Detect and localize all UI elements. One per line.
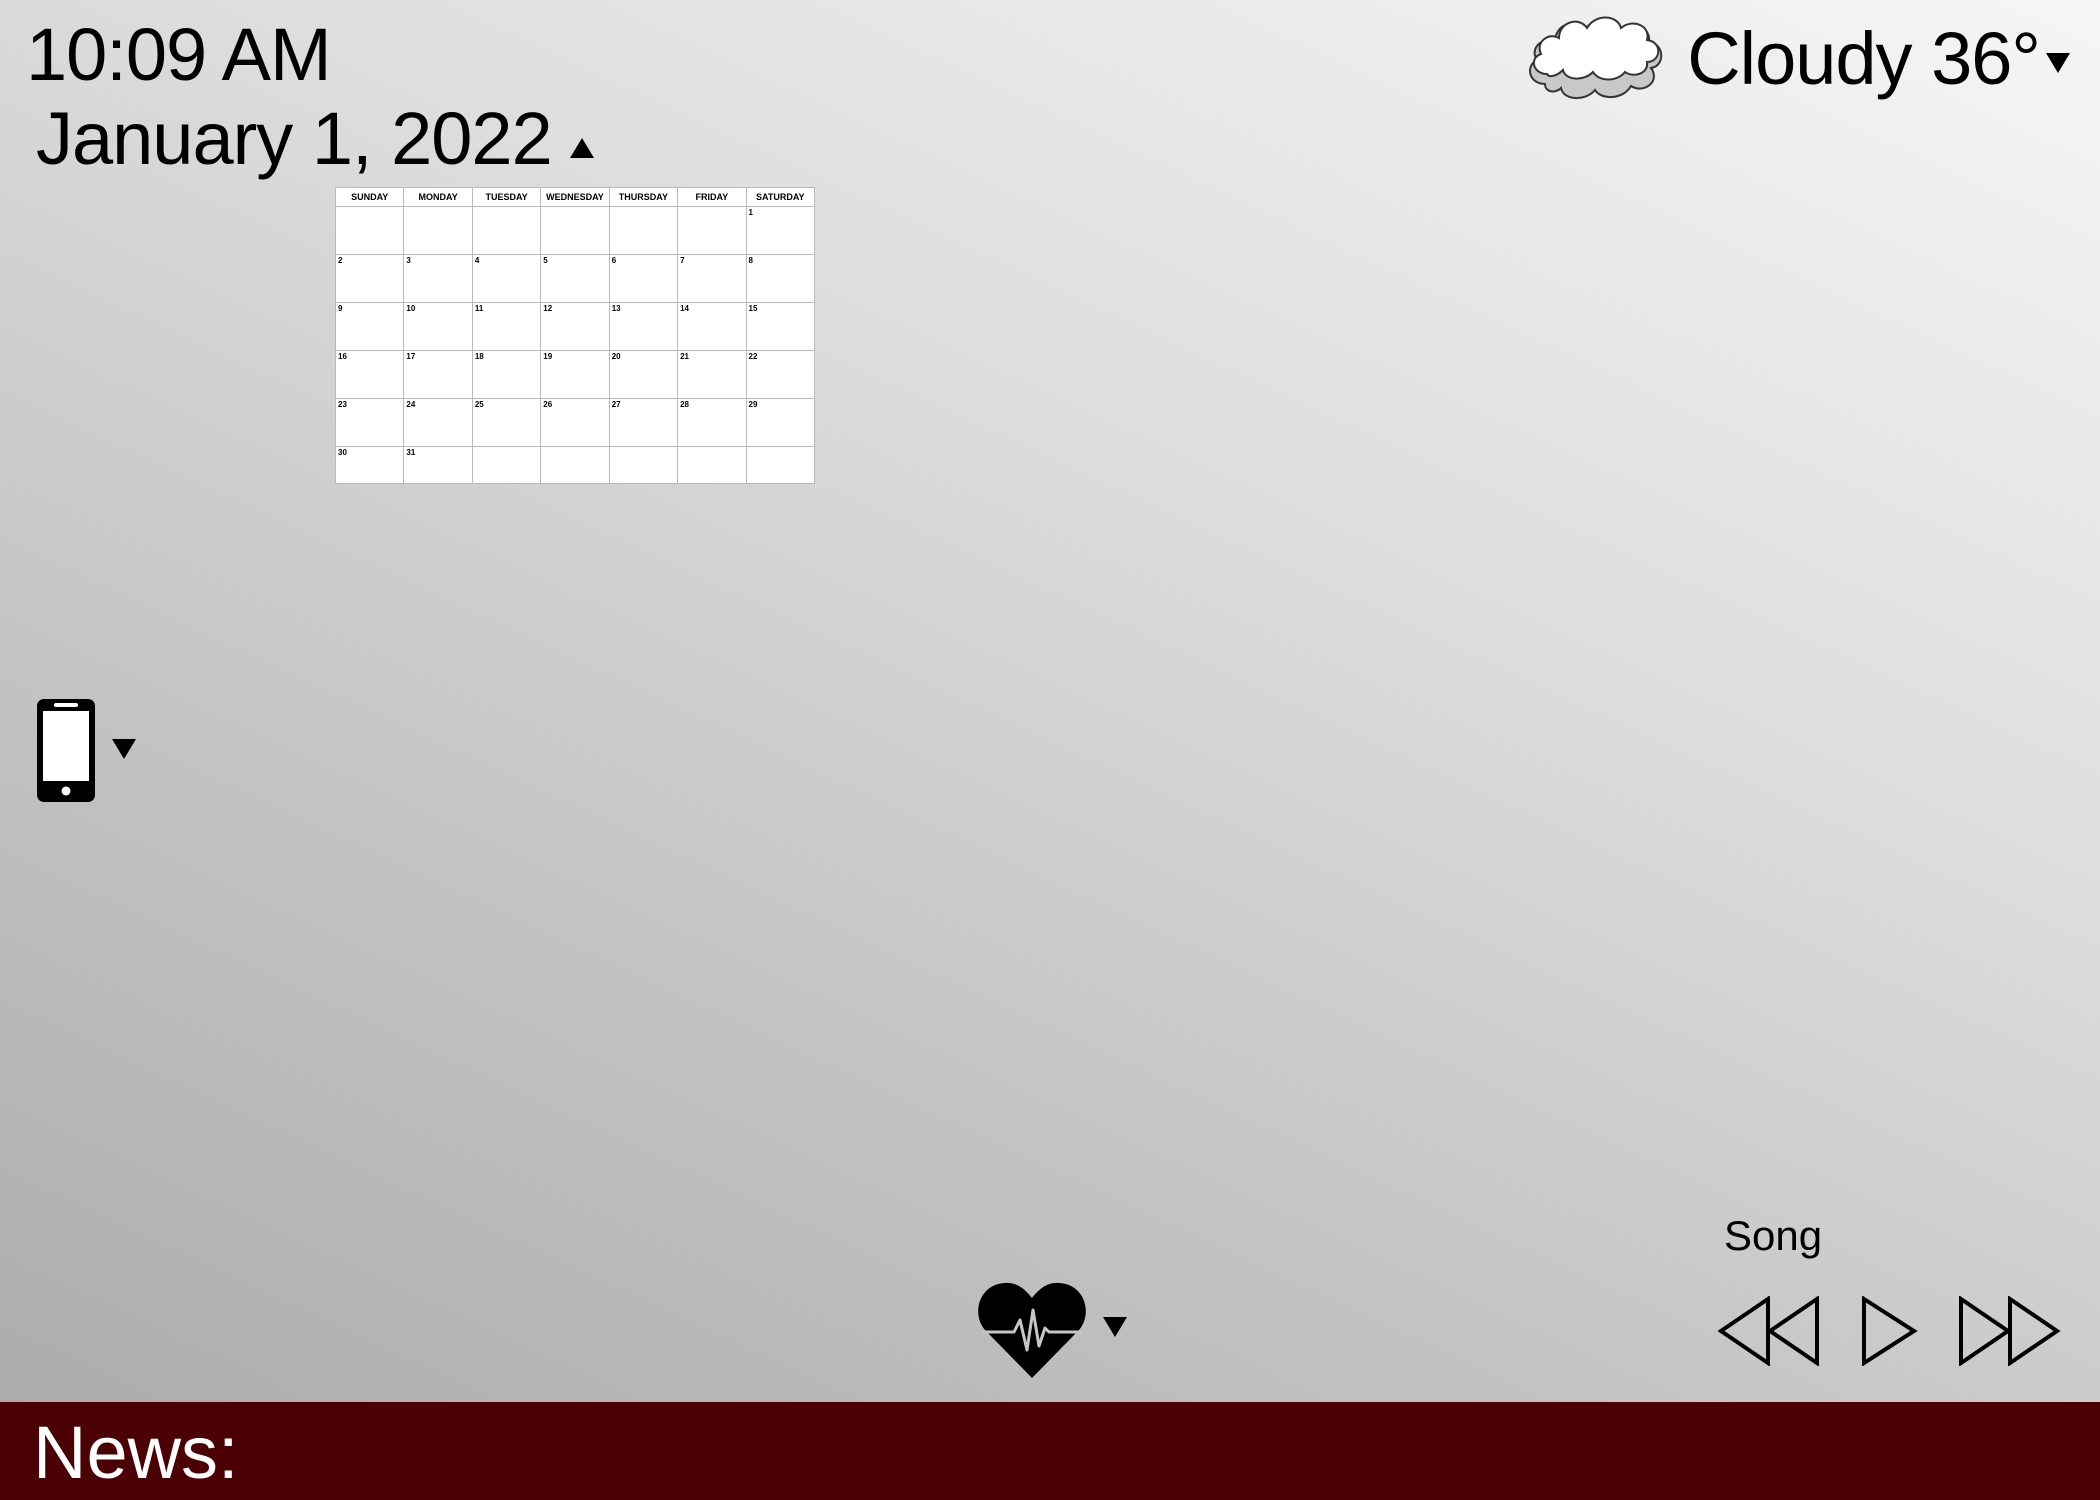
collapse-calendar-caret-icon[interactable] [569, 138, 594, 158]
calendar-week-row: 9 10 11 12 13 14 15 [334, 302, 816, 351]
calendar-week-row: 16 17 18 19 20 21 22 [334, 350, 816, 399]
date-widget: January 1, 2022 [36, 102, 594, 176]
calendar-day-cell[interactable]: 15 [745, 302, 816, 351]
calendar-day-cell[interactable]: 17 [403, 350, 473, 399]
health-dropdown-caret-icon[interactable] [1103, 1317, 1127, 1337]
weather-dropdown-caret-icon[interactable] [2046, 53, 2070, 73]
media-controls [1718, 1296, 2064, 1366]
calendar-week-row: 1 [334, 206, 816, 255]
weekday-header: TUESDAY [471, 187, 542, 207]
song-label: Song [1724, 1212, 1823, 1259]
weather-label: Cloudy 36° [1687, 17, 2041, 100]
calendar-week-row: 2 3 4 5 6 7 8 [334, 254, 816, 303]
calendar-day-cell[interactable]: 2 [334, 254, 405, 303]
calendar-day-cell[interactable]: 16 [334, 350, 405, 399]
calendar-day-cell[interactable] [334, 206, 405, 255]
weather-widget: Cloudy 36° [1523, 10, 2070, 108]
calendar-week-row: 30 31 [334, 446, 816, 484]
calendar-day-cell[interactable]: 20 [608, 350, 679, 399]
weekday-header: WEDNESDAY [540, 187, 610, 207]
calendar-day-cell[interactable] [677, 446, 747, 484]
calendar-day-cell[interactable]: 6 [608, 254, 679, 303]
calendar-day-cell[interactable] [608, 446, 679, 484]
play-icon[interactable] [1860, 1296, 1920, 1366]
calendar-day-cell[interactable] [608, 206, 679, 255]
calendar-day-cell[interactable]: 24 [403, 398, 473, 447]
heart-pulse-icon[interactable] [977, 1280, 1087, 1380]
calendar-day-cell[interactable] [471, 446, 542, 484]
calendar-day-cell[interactable]: 27 [608, 398, 679, 447]
calendar-week-row: 23 24 25 26 27 28 29 [334, 398, 816, 447]
news-ticker-bar: News: [0, 1402, 2100, 1500]
cloud-icon [1529, 16, 1663, 99]
calendar-day-cell[interactable]: 23 [334, 398, 405, 447]
calendar-day-cell[interactable]: 13 [608, 302, 679, 351]
weekday-header: MONDAY [403, 187, 473, 207]
calendar-day-cell[interactable]: 12 [540, 302, 610, 351]
calendar-day-cell[interactable]: 8 [745, 254, 816, 303]
phone-widget [36, 698, 136, 803]
fast-forward-icon[interactable] [1958, 1296, 2064, 1366]
calendar-day-cell[interactable] [403, 206, 473, 255]
calendar-day-cell[interactable]: 10 [403, 302, 473, 351]
weekday-header: THURSDAY [608, 187, 679, 207]
calendar-day-cell[interactable]: 26 [540, 398, 610, 447]
date-label: January 1, 2022 [36, 97, 553, 180]
calendar-day-cell[interactable]: 30 [334, 446, 405, 484]
calendar-day-cell[interactable] [745, 446, 816, 484]
phone-dropdown-caret-icon[interactable] [112, 738, 136, 759]
weekday-header: FRIDAY [677, 187, 747, 207]
calendar-day-cell[interactable]: 19 [540, 350, 610, 399]
calendar-day-cell[interactable]: 4 [471, 254, 542, 303]
calendar-day-cell[interactable]: 31 [403, 446, 473, 484]
calendar-day-cell[interactable] [471, 206, 542, 255]
rewind-icon[interactable] [1718, 1296, 1824, 1366]
weekday-header: SATURDAY [745, 187, 816, 207]
calendar-day-cell[interactable]: 1 [745, 206, 816, 255]
calendar-day-cell[interactable] [540, 446, 610, 484]
calendar-day-cell[interactable]: 3 [403, 254, 473, 303]
clock-time: 10:09 AM [26, 13, 332, 96]
calendar-day-cell[interactable]: 21 [677, 350, 747, 399]
calendar-day-cell[interactable]: 14 [677, 302, 747, 351]
calendar-day-cell[interactable]: 25 [471, 398, 542, 447]
calendar-day-cell[interactable]: 7 [677, 254, 747, 303]
calendar-day-cell[interactable]: 5 [540, 254, 610, 303]
calendar-day-cell[interactable]: 29 [745, 398, 816, 447]
calendar-day-cell[interactable] [540, 206, 610, 255]
calendar-day-cell[interactable]: 11 [471, 302, 542, 351]
calendar-weekday-header: SUNDAY MONDAY TUESDAY WEDNESDAY THURSDAY… [334, 187, 816, 207]
news-label: News: [33, 1411, 239, 1494]
weekday-header: SUNDAY [334, 187, 405, 207]
calendar-day-cell[interactable]: 9 [334, 302, 405, 351]
calendar-day-cell[interactable] [677, 206, 747, 255]
calendar-day-cell[interactable]: 28 [677, 398, 747, 447]
calendar-day-cell[interactable]: 18 [471, 350, 542, 399]
health-widget [977, 1280, 1127, 1380]
smartphone-icon[interactable] [36, 698, 96, 803]
month-calendar: SUNDAY MONDAY TUESDAY WEDNESDAY THURSDAY… [334, 187, 816, 484]
calendar-day-cell[interactable]: 22 [745, 350, 816, 399]
